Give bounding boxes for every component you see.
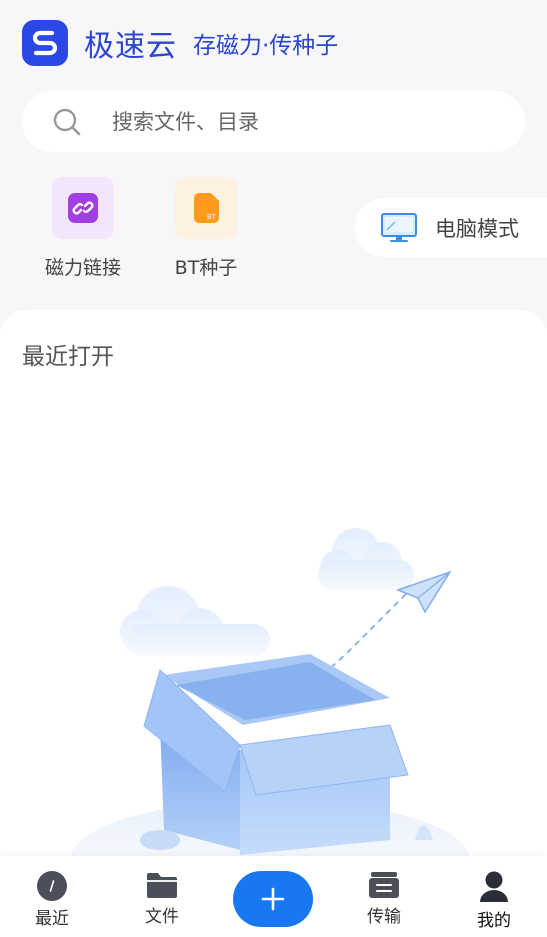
tab-files[interactable]: 文件 xyxy=(117,870,207,927)
tab-me[interactable]: 我的 xyxy=(449,870,539,931)
shortcut-magnet-link[interactable]: 磁力链接 xyxy=(33,177,133,280)
shortcut-label: 磁力链接 xyxy=(44,257,121,279)
recent-title: 最近打开 xyxy=(22,344,114,370)
plus-icon xyxy=(261,887,285,911)
app-slogan: 存磁力·传种子 xyxy=(193,33,339,59)
bottom-tab-bar: 最近 文件 传输 我的 xyxy=(0,856,547,937)
app-logo-icon xyxy=(22,20,68,66)
folder-icon xyxy=(147,873,177,898)
shortcut-bt-seed[interactable]: BT BT种子 xyxy=(156,177,256,280)
shortcut-label: BT种子 xyxy=(174,257,238,279)
app-header: 极速云 存磁力·传种子 xyxy=(22,20,338,66)
bt-seed-tile[interactable]: BT xyxy=(175,177,237,239)
tab-recent[interactable]: 最近 xyxy=(7,870,97,929)
magnet-link-icon xyxy=(68,193,98,223)
tab-label: 传输 xyxy=(367,907,401,927)
tab-label: 最近 xyxy=(35,909,69,929)
bt-file-icon: BT xyxy=(194,193,219,223)
user-icon xyxy=(480,871,508,902)
svg-text:BT: BT xyxy=(207,214,217,221)
search-input[interactable] xyxy=(112,91,492,152)
recent-card: 最近打开 xyxy=(0,310,547,870)
recent-icon xyxy=(37,871,67,901)
search-icon xyxy=(53,108,81,136)
app-name: 极速云 xyxy=(84,29,177,64)
pc-mode-label: 电脑模式 xyxy=(435,216,519,241)
monitor-icon xyxy=(381,212,417,242)
pc-mode-button[interactable]: 电脑模式 xyxy=(355,198,547,257)
empty-box-illustration xyxy=(70,528,470,860)
add-button[interactable] xyxy=(233,871,313,927)
tab-label: 我的 xyxy=(477,911,511,931)
magnet-link-tile[interactable] xyxy=(52,177,114,239)
search-bar[interactable] xyxy=(22,91,525,152)
tab-label: 文件 xyxy=(145,907,179,927)
transfer-icon xyxy=(369,872,399,898)
tab-transfer[interactable]: 传输 xyxy=(339,870,429,927)
